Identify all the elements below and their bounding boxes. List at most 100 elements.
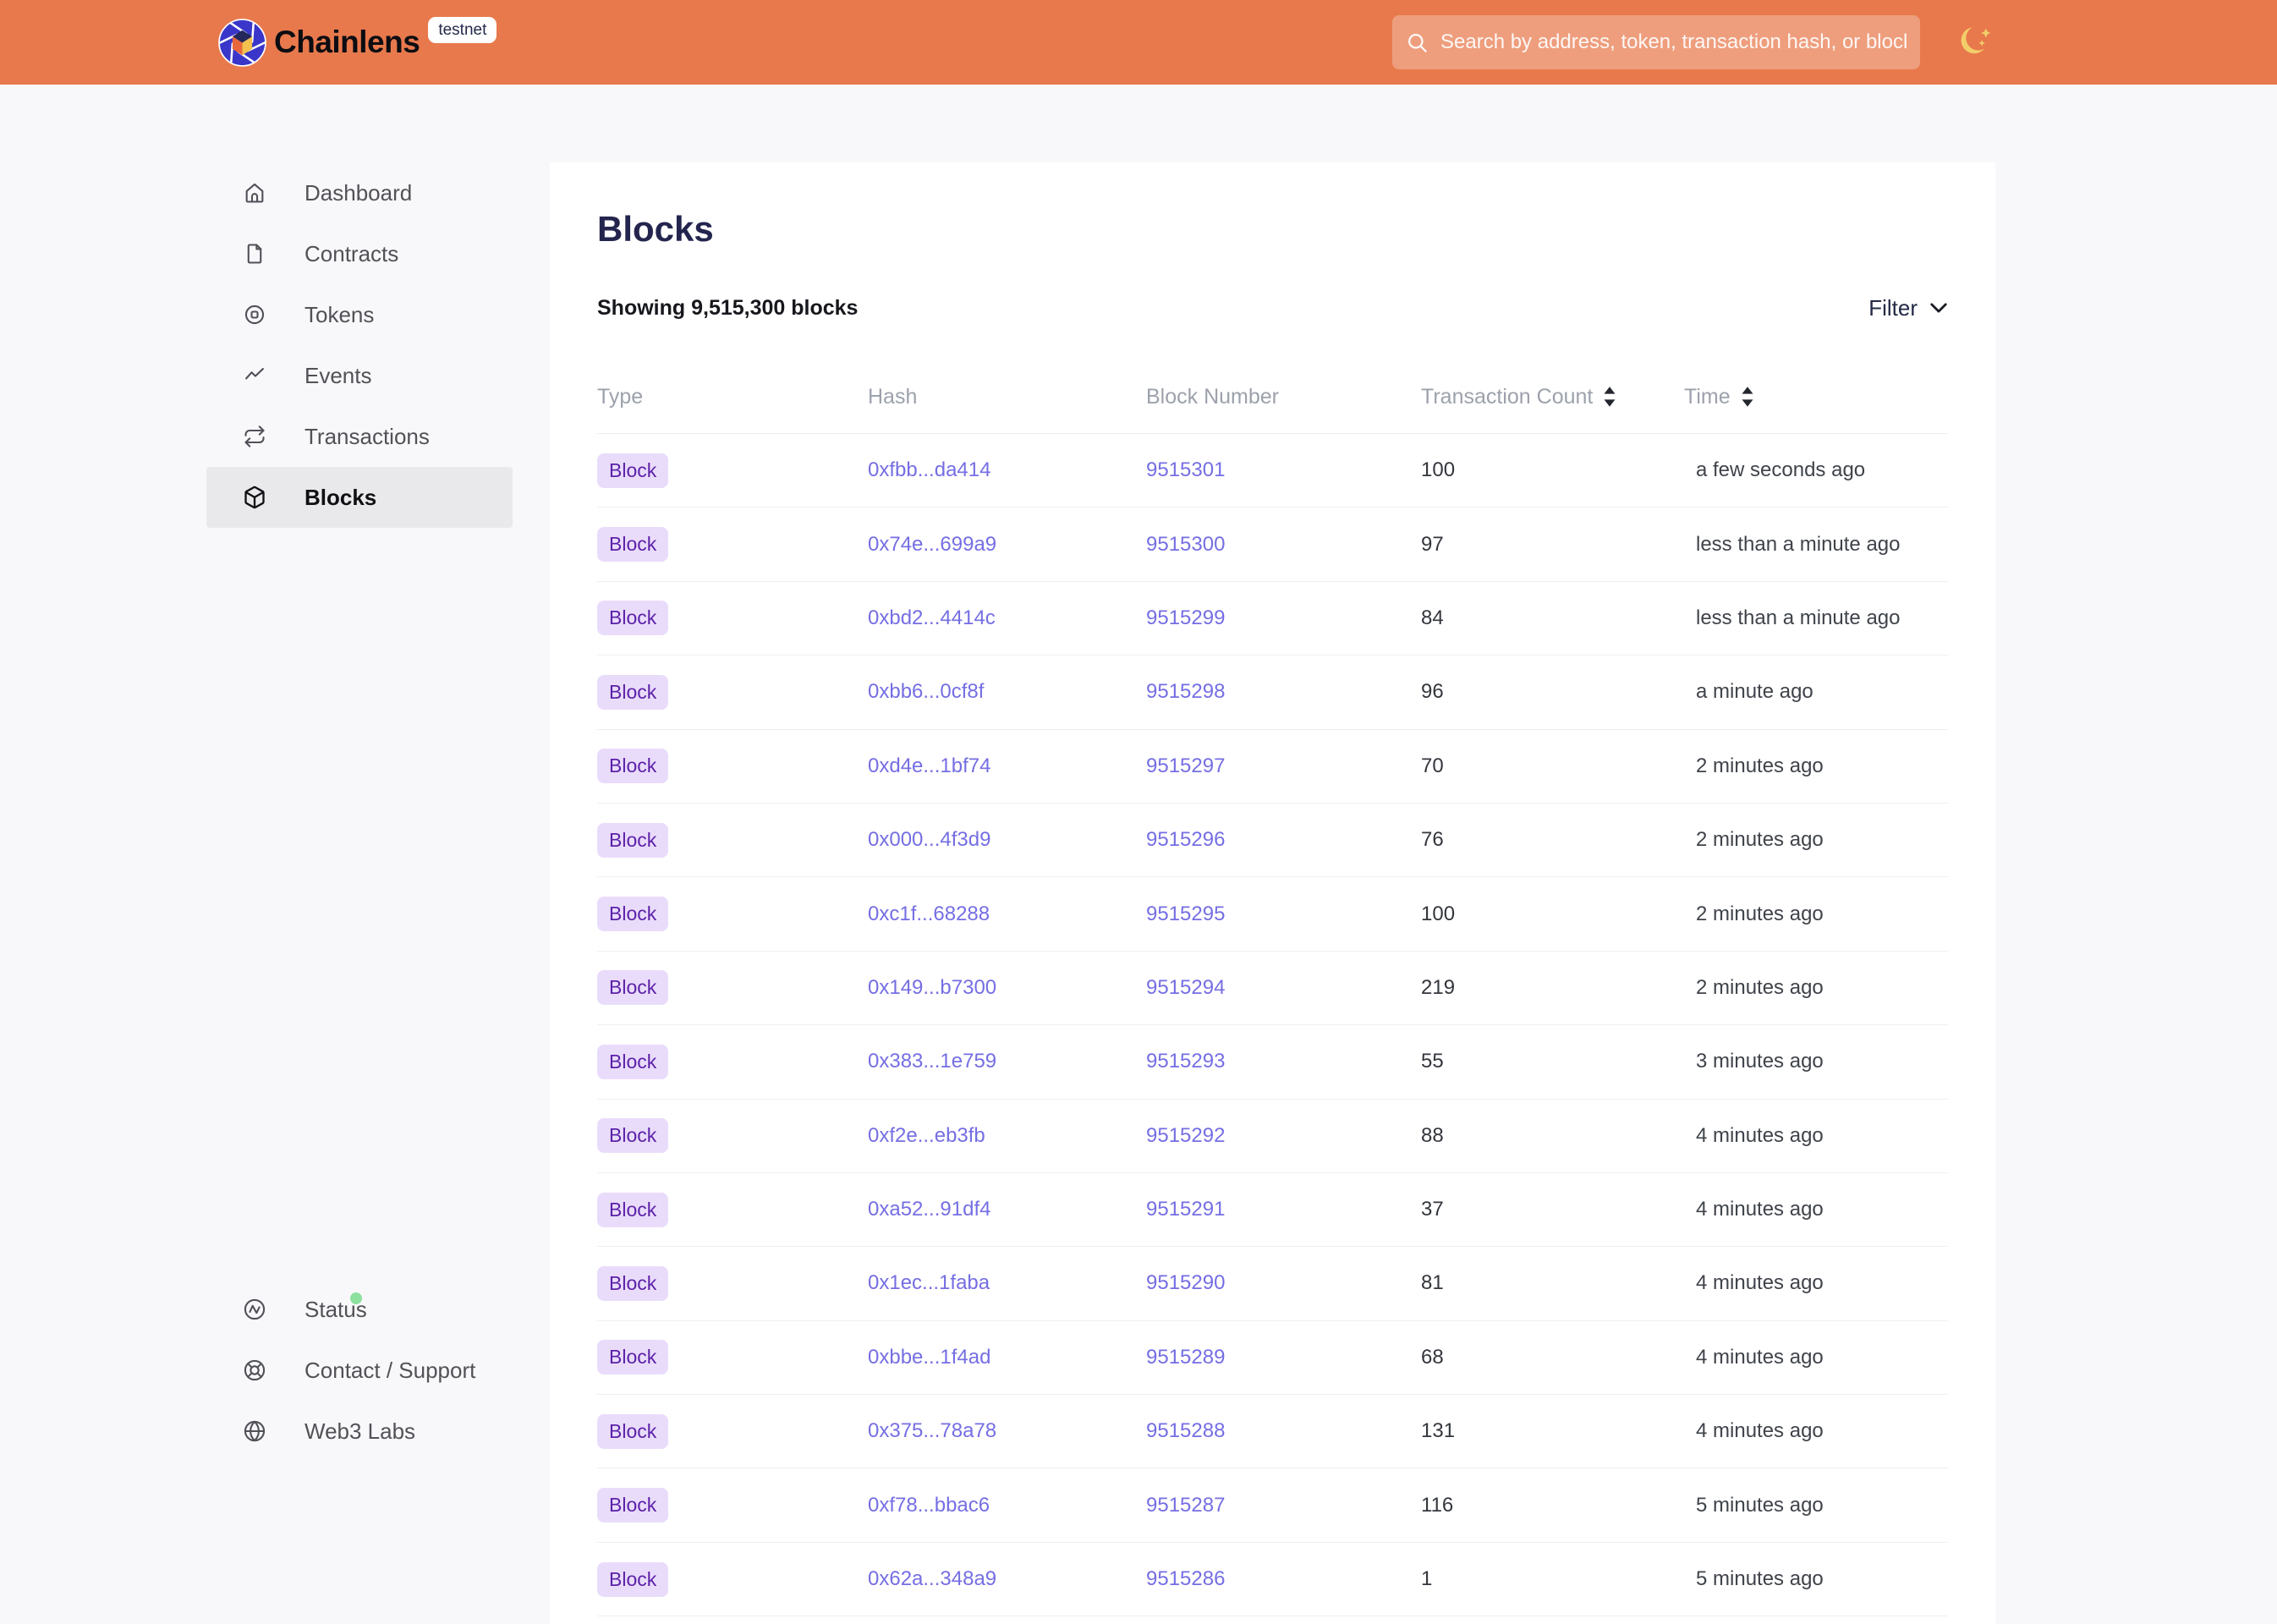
block-time-value: 4 minutes ago: [1684, 1271, 1948, 1295]
hash-link[interactable]: 0x149...b7300: [868, 976, 996, 999]
hash-link[interactable]: 0xf78...bbac6: [868, 1494, 990, 1517]
block-time-value: 2 minutes ago: [1684, 976, 1948, 1000]
block-number-link[interactable]: 9515296: [1146, 828, 1225, 851]
hash-link[interactable]: 0x1ec...1faba: [868, 1271, 990, 1294]
sidebar-item-transactions[interactable]: Transactions: [206, 406, 513, 467]
table-row: Block 0xbbe...1f4ad 9515289 68 4 minutes…: [597, 1321, 1948, 1395]
brand-name[interactable]: Chainlens: [274, 25, 420, 60]
hash-link[interactable]: 0xa52...91df4: [868, 1198, 990, 1221]
block-number-link[interactable]: 9515291: [1146, 1198, 1225, 1221]
hash-link[interactable]: 0xc1f...68288: [868, 903, 990, 925]
sort-icon[interactable]: [1741, 386, 1754, 408]
home-icon: [243, 181, 266, 205]
block-time-value: 4 minutes ago: [1684, 1346, 1948, 1369]
type-badge: Block: [597, 1118, 668, 1153]
table-row: Block 0xa52...91df4 9515291 37 4 minutes…: [597, 1173, 1948, 1247]
transaction-count-value: 84: [1421, 606, 1684, 630]
sidebar-item-events[interactable]: Events: [206, 345, 513, 406]
hash-link[interactable]: 0xbb6...0cf8f: [868, 680, 984, 703]
block-number-link[interactable]: 9515297: [1146, 754, 1225, 777]
sidebar-item-label: Blocks: [305, 485, 376, 511]
block-number-link[interactable]: 9515293: [1146, 1050, 1225, 1073]
type-badge: Block: [597, 675, 668, 710]
table-row: Block 0xc1f...68288 9515295 100 2 minute…: [597, 877, 1948, 951]
block-time-value: less than a minute ago: [1684, 606, 1948, 630]
block-time-value: 4 minutes ago: [1684, 1124, 1948, 1148]
sidebar-item-contracts[interactable]: Contracts: [206, 223, 513, 284]
block-time-value: 5 minutes ago: [1684, 1494, 1948, 1517]
moon-icon: [1958, 22, 1997, 61]
search-icon: [1406, 31, 1429, 54]
hash-link[interactable]: 0xfbb...da414: [868, 458, 990, 481]
type-badge: Block: [597, 1488, 668, 1522]
search-box[interactable]: [1392, 15, 1920, 69]
hash-link[interactable]: 0x383...1e759: [868, 1050, 996, 1073]
block-number-link[interactable]: 9515287: [1146, 1494, 1225, 1517]
type-badge: Block: [597, 1193, 668, 1227]
sidebar-item-web3-labs[interactable]: Web3 Labs: [206, 1401, 513, 1462]
transaction-count-value: 96: [1421, 680, 1684, 704]
transaction-count-value: 68: [1421, 1346, 1684, 1369]
dark-mode-toggle[interactable]: [1956, 20, 2000, 64]
sidebar-nav: Dashboard Contracts Tokens: [206, 162, 513, 528]
trend-icon: [243, 364, 266, 387]
sidebar-item-label: Contact / Support: [305, 1358, 475, 1384]
top-header: Chainlens testnet: [0, 0, 2277, 85]
sidebar-item-tokens[interactable]: Tokens: [206, 284, 513, 345]
search-input[interactable]: [1440, 30, 1907, 54]
blocks-page: Chainlens testnet: [0, 0, 2277, 1624]
token-icon: [243, 303, 266, 326]
sort-icon[interactable]: [1603, 386, 1616, 408]
hash-link[interactable]: 0x74e...699a9: [868, 533, 996, 556]
transaction-count-value: 55: [1421, 1050, 1684, 1073]
table-body: Block 0xfbb...da414 9515301 100 a few se…: [597, 434, 1948, 1616]
column-header-type: Type: [597, 385, 868, 409]
table-row: Block 0x383...1e759 9515293 55 3 minutes…: [597, 1025, 1948, 1099]
hash-link[interactable]: 0xbd2...4414c: [868, 606, 996, 629]
block-number-link[interactable]: 9515299: [1146, 606, 1225, 629]
filter-button[interactable]: Filter: [1868, 295, 1948, 321]
hash-link[interactable]: 0x62a...348a9: [868, 1567, 996, 1590]
block-number-link[interactable]: 9515290: [1146, 1271, 1225, 1294]
hash-link[interactable]: 0x375...78a78: [868, 1419, 996, 1442]
column-header-hash: Hash: [868, 385, 1146, 409]
block-number-link[interactable]: 9515286: [1146, 1567, 1225, 1590]
hash-link[interactable]: 0xd4e...1bf74: [868, 754, 990, 777]
transaction-count-value: 76: [1421, 828, 1684, 852]
sidebar-item-label: Transactions: [305, 424, 430, 450]
table-row: Block 0xfbb...da414 9515301 100 a few se…: [597, 434, 1948, 508]
block-time-value: a few seconds ago: [1684, 458, 1948, 482]
table-header-row: Type Hash Block Number Transaction Count: [597, 360, 1948, 434]
type-badge: Block: [597, 970, 668, 1005]
block-number-link[interactable]: 9515292: [1146, 1124, 1225, 1147]
type-badge: Block: [597, 527, 668, 562]
block-time-value: 4 minutes ago: [1684, 1419, 1948, 1443]
transaction-count-value: 219: [1421, 976, 1684, 1000]
hash-link[interactable]: 0x000...4f3d9: [868, 828, 990, 851]
block-number-link[interactable]: 9515301: [1146, 458, 1225, 481]
block-number-link[interactable]: 9515294: [1146, 976, 1225, 999]
sidebar-item-label: Web3 Labs: [305, 1418, 415, 1445]
block-time-value: 4 minutes ago: [1684, 1198, 1948, 1221]
type-badge: Block: [597, 1562, 668, 1597]
sidebar-item-dashboard[interactable]: Dashboard: [206, 162, 513, 223]
sidebar-item-blocks[interactable]: Blocks: [206, 467, 513, 528]
sidebar-item-status[interactable]: Status: [206, 1279, 513, 1340]
block-time-value: 2 minutes ago: [1684, 754, 1948, 778]
type-badge: Block: [597, 1414, 668, 1449]
transaction-count-value: 37: [1421, 1198, 1684, 1221]
type-badge: Block: [597, 823, 668, 858]
hash-link[interactable]: 0xbbe...1f4ad: [868, 1346, 990, 1369]
type-badge: Block: [597, 897, 668, 931]
block-number-link[interactable]: 9515289: [1146, 1346, 1225, 1369]
chainlens-logo-icon[interactable]: [218, 19, 266, 67]
block-number-link[interactable]: 9515288: [1146, 1419, 1225, 1442]
block-number-link[interactable]: 9515298: [1146, 680, 1225, 703]
table-row: Block 0x74e...699a9 9515300 97 less than…: [597, 508, 1948, 581]
block-number-link[interactable]: 9515300: [1146, 533, 1225, 556]
block-number-link[interactable]: 9515295: [1146, 903, 1225, 925]
transaction-count-value: 100: [1421, 458, 1684, 482]
filter-label: Filter: [1868, 295, 1918, 321]
hash-link[interactable]: 0xf2e...eb3fb: [868, 1124, 985, 1147]
sidebar-item-contact-support[interactable]: Contact / Support: [206, 1340, 513, 1401]
